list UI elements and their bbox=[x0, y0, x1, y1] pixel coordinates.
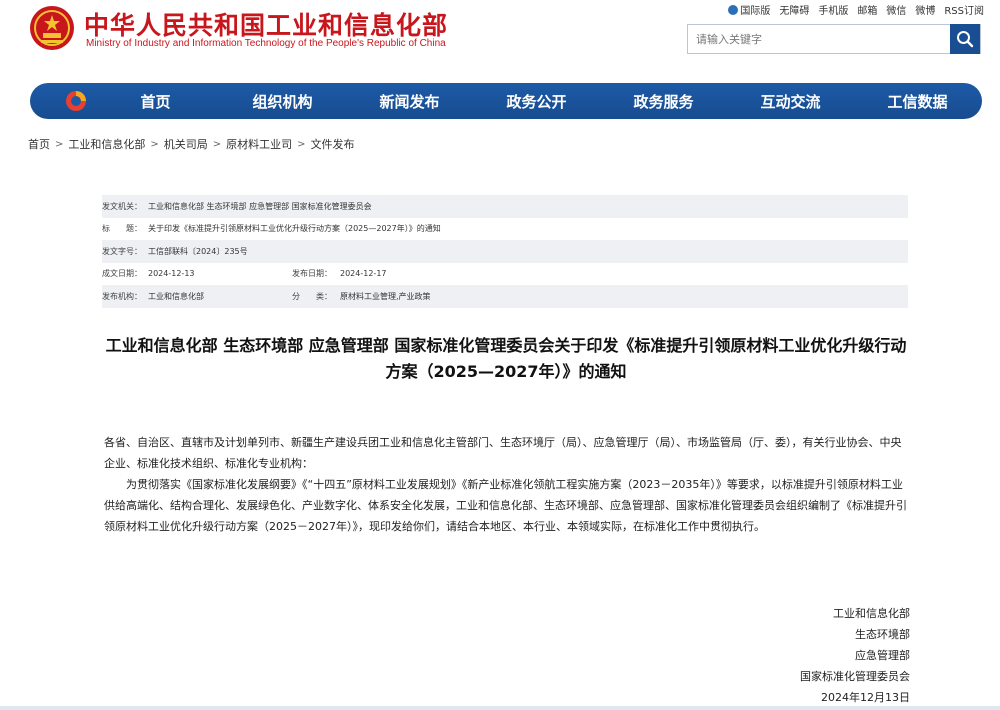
signer: 工业和信息化部 bbox=[833, 607, 910, 620]
signer: 应急管理部 bbox=[855, 649, 910, 662]
search-box bbox=[687, 24, 981, 54]
nav-home[interactable]: 首页 bbox=[92, 91, 219, 112]
info-value: 工业和信息化部 生态环境部 应急管理部 国家标准化管理委员会 bbox=[148, 201, 372, 211]
national-emblem-icon bbox=[30, 6, 74, 50]
toplink-weibo[interactable]: 微博 bbox=[915, 2, 935, 17]
info-value: 关于印发《标准提升引领原材料工业优化升级行动方案（2025—2027年）》的通知 bbox=[148, 224, 441, 234]
info-value: 2024-12-17 bbox=[340, 269, 387, 279]
info-label: 分 类： bbox=[292, 291, 332, 301]
site-header: 中华人民共和国工业和信息化部 Ministry of Industry and … bbox=[0, 0, 1000, 80]
nav-government-affairs[interactable]: 政务公开 bbox=[473, 91, 600, 112]
info-row-issuer: 发文机关： 工业和信息化部 生态环境部 应急管理部 国家标准化管理委员会 bbox=[102, 195, 908, 218]
signer: 国家标准化管理委员会 bbox=[800, 670, 910, 683]
info-label: 发文字号： bbox=[102, 246, 142, 256]
body-paragraph: 为贯彻落实《国家标准化发展纲要》《“十四五”原材料工业发展规划》《新产业标准化领… bbox=[104, 478, 907, 533]
toplink-wechat[interactable]: 微信 bbox=[886, 2, 906, 17]
chevron-right-icon: > bbox=[297, 138, 306, 150]
info-label: 发文机关： bbox=[102, 201, 142, 211]
nav-data[interactable]: 工信数据 bbox=[854, 91, 981, 112]
breadcrumb-ministry[interactable]: 工业和信息化部 bbox=[68, 136, 145, 152]
body-paragraph: 各省、自治区、直辖市及计划单列市、新疆生产建设兵团工业和信息化主管部门、生态环境… bbox=[104, 436, 902, 470]
info-row-dates: 成文日期： 2024-12-13 发布日期： 2024-12-17 bbox=[102, 263, 908, 286]
breadcrumb: 首页 > 工业和信息化部 > 机关司局 > 原材料工业司 > 文件发布 bbox=[28, 136, 355, 152]
search-icon bbox=[957, 31, 974, 48]
document-body: 各省、自治区、直辖市及计划单列市、新疆生产建设兵团工业和信息化主管部门、生态环境… bbox=[104, 432, 910, 537]
info-row-doc-number: 发文字号： 工信部联科〔2024〕235号 bbox=[102, 240, 908, 263]
document-info-table: 发文机关： 工业和信息化部 生态环境部 应急管理部 国家标准化管理委员会 标 题… bbox=[102, 195, 908, 308]
info-value: 工信部联科〔2024〕235号 bbox=[148, 246, 248, 256]
breadcrumb-raw-materials[interactable]: 原材料工业司 bbox=[226, 136, 292, 152]
info-value: 原材料工业管理,产业政策 bbox=[340, 291, 431, 301]
chevron-right-icon: > bbox=[150, 138, 159, 150]
ministry-logo-icon bbox=[66, 91, 86, 111]
nav-news[interactable]: 新闻发布 bbox=[346, 91, 473, 112]
document-title: 工业和信息化部 生态环境部 应急管理部 国家标准化管理委员会关于印发《标准提升引… bbox=[105, 336, 907, 381]
nav-interaction[interactable]: 互动交流 bbox=[727, 91, 854, 112]
globe-icon bbox=[728, 5, 739, 15]
info-row-agency: 发布机构： 工业和信息化部 分 类： 原材料工业管理,产业政策 bbox=[102, 285, 908, 308]
info-label: 成文日期： bbox=[102, 269, 142, 279]
chevron-right-icon: > bbox=[212, 138, 222, 150]
breadcrumb-home[interactable]: 首页 bbox=[28, 136, 50, 152]
document-signature: 工业和信息化部 生态环境部 应急管理部 国家标准化管理委员会 2024年12月1… bbox=[800, 603, 910, 708]
chevron-right-icon: > bbox=[55, 138, 64, 150]
search-button[interactable] bbox=[950, 24, 980, 54]
info-label: 标 题： bbox=[102, 224, 142, 234]
toplink-mobile[interactable]: 手机版 bbox=[818, 2, 848, 17]
toplink-rss[interactable]: RSS订阅 bbox=[944, 2, 984, 17]
info-label: 发布日期： bbox=[292, 269, 332, 279]
toplink-international[interactable]: 国际版 bbox=[728, 2, 770, 17]
site-title-english: Ministry of Industry and Information Tec… bbox=[86, 38, 446, 49]
toplink-accessibility[interactable]: 无障碍 bbox=[779, 2, 809, 17]
nav-services[interactable]: 政务服务 bbox=[600, 91, 727, 112]
info-row-title: 标 题： 关于印发《标准提升引领原材料工业优化升级行动方案（2025—2027年… bbox=[102, 218, 908, 241]
toplink-mail[interactable]: 邮箱 bbox=[857, 2, 877, 17]
nav-organization[interactable]: 组织机构 bbox=[219, 91, 346, 112]
info-value: 工业和信息化部 bbox=[148, 291, 204, 301]
breadcrumb-documents[interactable]: 文件发布 bbox=[311, 136, 355, 152]
page-bottom-divider bbox=[0, 706, 1000, 710]
search-input[interactable] bbox=[688, 25, 952, 53]
site-title[interactable]: 中华人民共和国工业和信息化部 bbox=[84, 6, 448, 42]
breadcrumb-departments[interactable]: 机关司局 bbox=[164, 136, 208, 152]
signer: 生态环境部 bbox=[855, 628, 910, 641]
info-value: 2024-12-13 bbox=[148, 269, 195, 279]
signature-date: 2024年12月13日 bbox=[821, 691, 910, 704]
main-nav: 首页 组织机构 新闻发布 政务公开 政务服务 互动交流 工信数据 bbox=[30, 83, 982, 119]
info-label: 发布机构： bbox=[102, 291, 142, 301]
top-links: 国际版 无障碍 手机版 邮箱 微信 微博 RSS订阅 bbox=[728, 2, 984, 17]
